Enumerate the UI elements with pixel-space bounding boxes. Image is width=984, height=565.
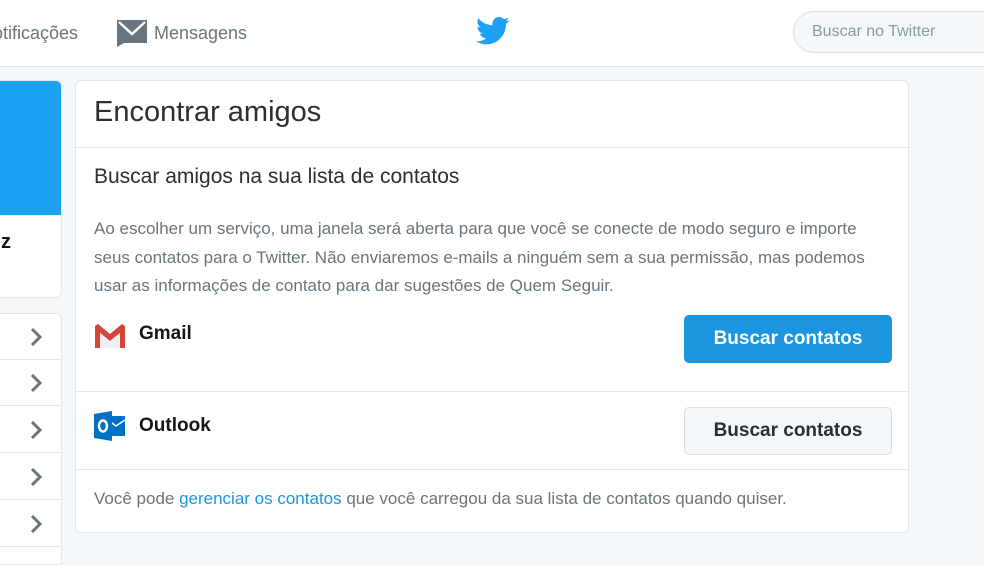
nav-notifications-label: Notificações — [0, 22, 78, 43]
service-name-outlook: Outlook — [139, 415, 211, 436]
nav-notifications-link[interactable]: Notificações — [0, 0, 78, 66]
manage-contacts-link[interactable]: gerenciar os contatos — [179, 489, 342, 508]
find-friends-card: Encontrar amigos Buscar amigos na sua li… — [75, 80, 909, 533]
service-row-outlook: Outlook Buscar contatos — [76, 407, 908, 469]
left-menu-item[interactable] — [0, 501, 61, 547]
service-row-gmail: Gmail Buscar contatos — [76, 315, 908, 391]
left-menu-item[interactable] — [0, 314, 61, 360]
profile-name-fragment: z — [1, 231, 11, 253]
chevron-right-icon — [30, 467, 43, 487]
left-menu-item[interactable] — [0, 360, 61, 406]
nav-messages-link[interactable]: Mensagens — [116, 0, 247, 66]
footer-note: Você pode gerenciar os contatos que você… — [94, 489, 787, 509]
profile-card[interactable]: z — [0, 80, 62, 298]
left-menu-item[interactable] — [0, 454, 61, 500]
left-menu — [0, 313, 62, 565]
chevron-right-icon — [30, 327, 43, 347]
service-name-gmail: Gmail — [139, 323, 192, 344]
gmail-icon — [95, 324, 125, 348]
divider — [76, 469, 908, 470]
footer-text-before: Você pode — [94, 489, 180, 508]
gmail-find-contacts-button[interactable]: Buscar contatos — [684, 315, 892, 363]
page-title: Encontrar amigos — [94, 96, 322, 128]
chevron-right-icon — [30, 514, 43, 534]
service-description: Ao escolher um serviço, uma janela será … — [94, 219, 865, 295]
outlook-icon — [94, 411, 126, 441]
footer-text-after: que você carregou da sua lista de contat… — [341, 489, 787, 508]
twitter-bird-icon[interactable] — [476, 16, 510, 46]
divider — [76, 147, 908, 148]
outlook-find-contacts-button[interactable]: Buscar contatos — [684, 407, 892, 455]
section-subtitle: Buscar amigos na sua lista de contatos — [94, 165, 460, 188]
left-menu-item[interactable] — [0, 407, 61, 453]
profile-banner — [0, 81, 61, 215]
envelope-icon — [117, 20, 147, 47]
divider — [76, 391, 908, 392]
chevron-right-icon — [30, 373, 43, 393]
search-input[interactable] — [793, 11, 984, 53]
nav-messages-label: Mensagens — [154, 22, 248, 43]
top-navigation-bar: Notificações Mensagens — [0, 0, 984, 67]
chevron-right-icon — [30, 420, 43, 440]
